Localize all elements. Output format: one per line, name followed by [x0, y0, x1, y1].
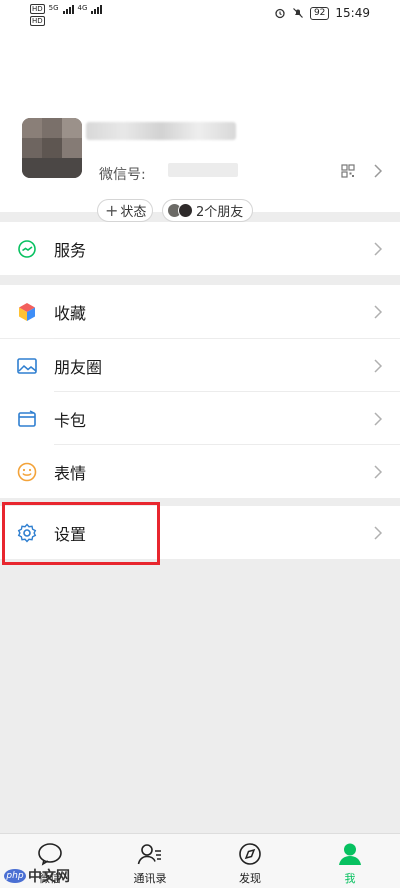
- mute-icon: [293, 8, 303, 18]
- menu-label-stickers: 表情: [54, 463, 87, 483]
- watermark-text: 中文网: [28, 869, 70, 885]
- moments-image-icon: [17, 357, 37, 374]
- signal-bars-icon: [62, 4, 74, 14]
- sim1-hd-tag: HD: [30, 4, 45, 14]
- signal-bars-icon-2: [91, 4, 103, 14]
- status-right: 92 15:49: [274, 6, 370, 20]
- menu-item-favorites[interactable]: 收藏: [0, 285, 400, 338]
- plus-icon: +: [105, 201, 119, 220]
- net2-label: 4G: [77, 4, 88, 12]
- tab-label-discover: 发现: [239, 872, 261, 885]
- friends-button-label: 2个朋友: [196, 205, 244, 220]
- menu-item-services[interactable]: 服务: [0, 222, 400, 275]
- stickers-smiley-icon: [17, 462, 37, 481]
- status-bar: HD HD 5G 4G 92 15:49: [0, 0, 400, 30]
- network-indicators: HD HD 5G 4G: [30, 4, 103, 28]
- me-person-icon: [339, 843, 361, 865]
- battery-indicator: 92: [309, 6, 330, 20]
- qr-code-icon[interactable]: [341, 164, 355, 178]
- chat-bubble-icon: [38, 843, 62, 866]
- compass-icon: [239, 843, 261, 865]
- tab-label-contacts: 通讯录: [133, 872, 167, 885]
- tab-contacts[interactable]: 通讯录: [100, 834, 200, 888]
- menu-item-settings[interactable]: 设置: [0, 506, 400, 559]
- friend-avatar-icon-2: [178, 203, 193, 218]
- chevron-right-icon: [374, 525, 383, 540]
- net1-label: 5G: [48, 4, 59, 12]
- friends-status-button[interactable]: 2个朋友: [162, 199, 253, 222]
- menu-label-services: 服务: [54, 240, 87, 260]
- chevron-right-icon: [374, 411, 383, 426]
- contacts-person-icon: [137, 844, 161, 865]
- settings-gear-icon: [17, 522, 37, 543]
- chevron-right-icon: [374, 241, 383, 256]
- services-icon: [18, 239, 36, 258]
- status-button[interactable]: + 状态: [97, 199, 153, 222]
- chevron-right-icon: [374, 164, 383, 178]
- menu-item-cards[interactable]: 卡包: [0, 392, 400, 445]
- nickname-obscured: [86, 122, 236, 140]
- menu-label-favorites: 收藏: [54, 303, 87, 323]
- clock: 15:49: [335, 6, 370, 20]
- menu-item-moments[interactable]: 朋友圈: [0, 339, 400, 392]
- watermark-badge: php: [4, 869, 26, 883]
- chevron-right-icon: [374, 358, 383, 373]
- cards-wallet-icon: [18, 409, 36, 427]
- wechat-id-obscured: [168, 163, 238, 177]
- wechat-id-label: 微信号:: [99, 167, 146, 183]
- avatar[interactable]: [22, 118, 82, 178]
- menu-item-stickers[interactable]: 表情: [0, 445, 400, 498]
- tab-discover[interactable]: 发现: [200, 834, 300, 888]
- watermark: php 中文网: [4, 866, 70, 886]
- chevron-right-icon: [374, 304, 383, 319]
- menu-label-moments: 朋友圈: [54, 357, 103, 377]
- favorites-cube-icon: [19, 302, 35, 321]
- chevron-right-icon: [374, 464, 383, 479]
- menu-label-settings: 设置: [54, 524, 87, 544]
- sim2-hd-tag: HD: [30, 16, 45, 26]
- tab-me[interactable]: 我: [300, 834, 400, 888]
- tab-label-me: 我: [344, 872, 356, 885]
- status-button-label: 状态: [120, 205, 147, 220]
- profile-header[interactable]: 微信号: + 状态 2个朋友: [0, 30, 400, 222]
- alarm-icon: [275, 8, 285, 19]
- menu-label-cards: 卡包: [54, 410, 87, 430]
